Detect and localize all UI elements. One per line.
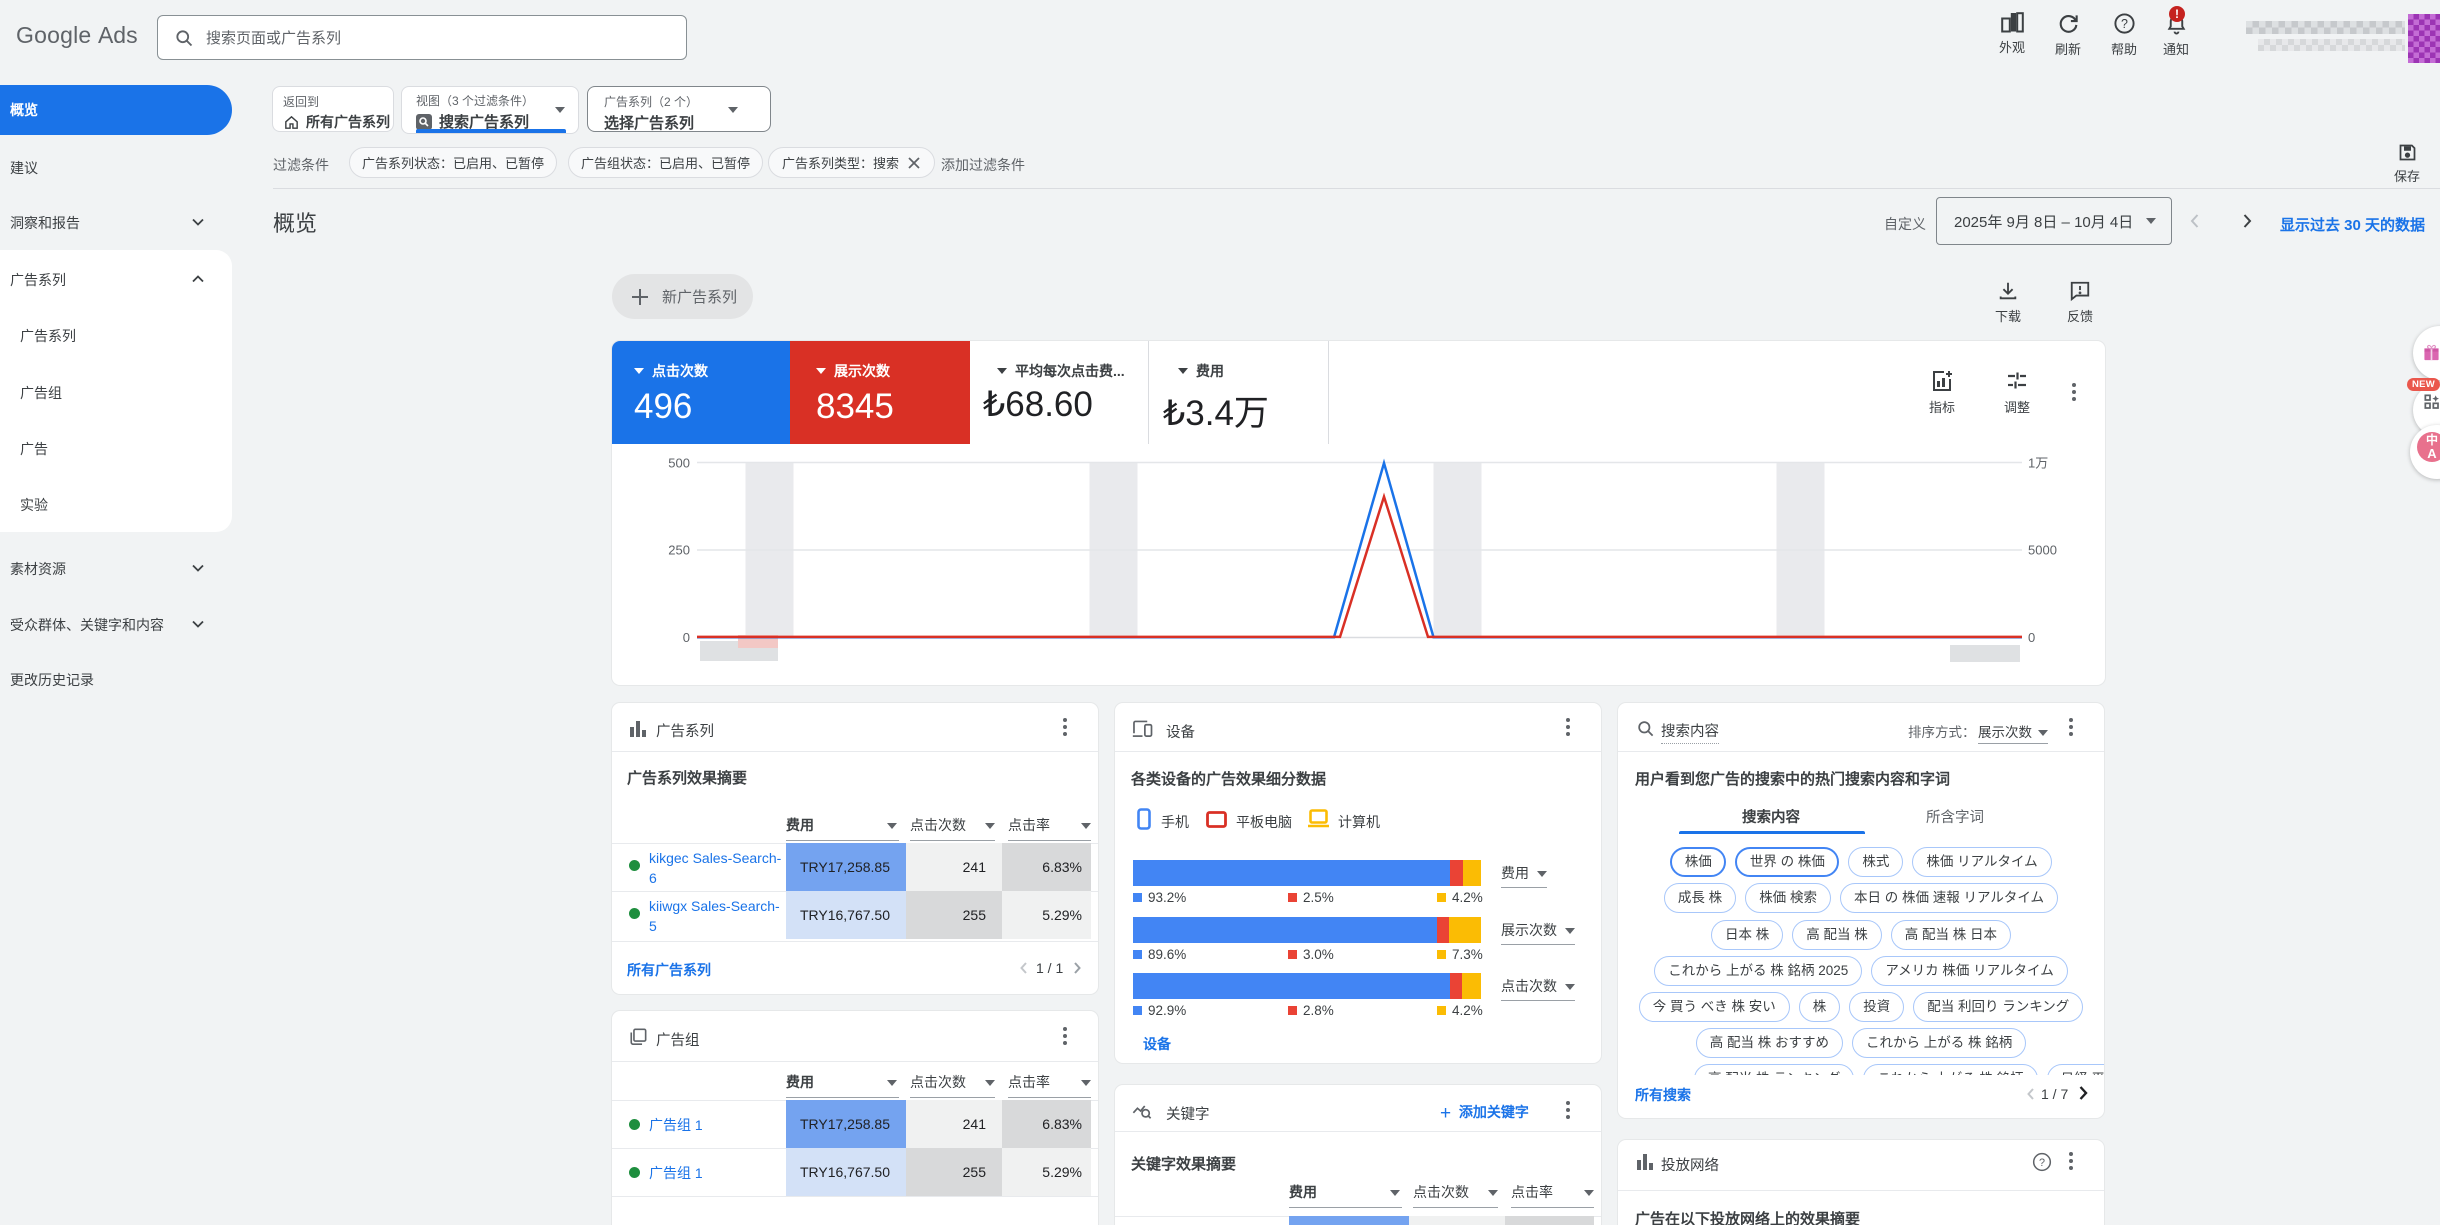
svg-text:0: 0 xyxy=(683,630,690,645)
svg-text:1万: 1万 xyxy=(2028,456,2048,471)
svg-text:250: 250 xyxy=(668,543,690,558)
svg-text:500: 500 xyxy=(668,456,690,471)
svg-text:?: ? xyxy=(2039,1157,2045,1169)
svg-text:5000: 5000 xyxy=(2028,543,2057,558)
svg-text:?: ? xyxy=(2121,17,2128,31)
svg-text:0: 0 xyxy=(2028,630,2035,645)
